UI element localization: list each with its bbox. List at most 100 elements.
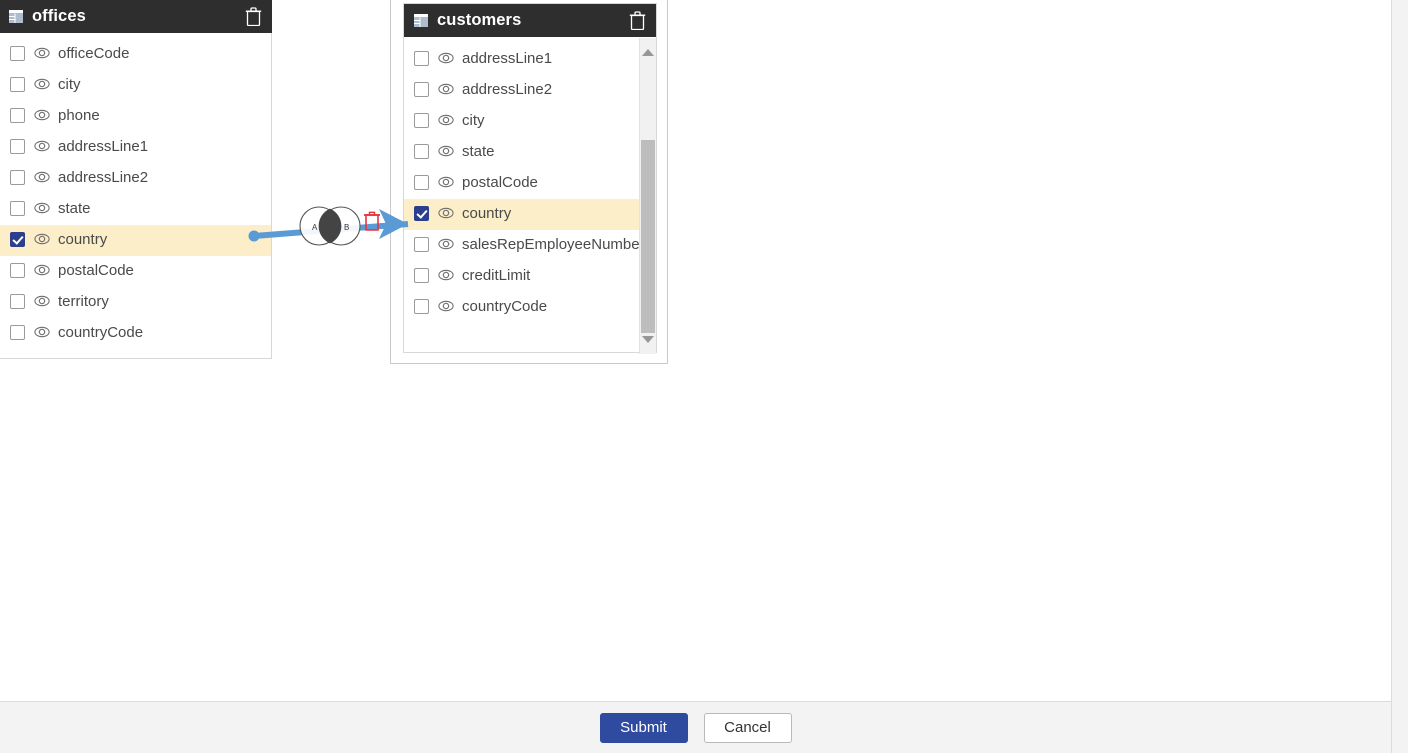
chevron-up-icon[interactable] — [640, 44, 656, 61]
eye-icon[interactable] — [25, 166, 58, 190]
eye-icon[interactable] — [25, 104, 58, 128]
submit-button[interactable]: Submit — [599, 712, 688, 743]
eye-icon[interactable] — [429, 295, 462, 319]
svg-text:A: A — [312, 223, 318, 232]
field-list-customers: phone addressLine1 addressLine2 city state po… — [404, 37, 656, 353]
field-name: phone — [462, 37, 504, 38]
field-checkbox[interactable] — [10, 325, 25, 340]
field-name: creditLimit — [462, 267, 531, 284]
table-panel-header-offices: offices — [0, 0, 272, 33]
eye-icon[interactable] — [25, 135, 58, 159]
field-row[interactable]: countryCode — [404, 292, 656, 323]
field-name: addressLine1 — [58, 138, 149, 155]
field-name: country — [462, 205, 512, 222]
trash-icon[interactable] — [629, 11, 646, 30]
table-grid-icon — [414, 14, 428, 27]
field-row[interactable]: salesRepEmployeeNumber — [404, 230, 656, 261]
field-name: state — [462, 143, 495, 160]
eye-icon[interactable] — [25, 228, 58, 252]
field-row[interactable]: state — [404, 137, 656, 168]
field-name: addressLine2 — [462, 81, 553, 98]
field-row[interactable]: addressLine2 — [404, 75, 656, 106]
eye-icon[interactable] — [25, 321, 58, 345]
eye-icon[interactable] — [429, 264, 462, 288]
table-title-customers: customers — [437, 11, 522, 29]
field-name: city — [58, 76, 81, 93]
field-row[interactable]: addressLine1 — [0, 132, 271, 163]
field-name: territory — [58, 293, 109, 310]
table-panel-offices: offices officeCode city phone addressLine1 a… — [0, 0, 272, 359]
field-name: countryCode — [462, 298, 548, 315]
trash-icon[interactable] — [245, 7, 262, 26]
eye-icon[interactable] — [429, 202, 462, 226]
field-list-offices: officeCode city phone addressLine1 addressLi… — [0, 33, 271, 357]
field-name: addressLine2 — [58, 169, 149, 186]
field-checkbox[interactable] — [10, 139, 25, 154]
field-row[interactable]: state — [0, 194, 271, 225]
field-row[interactable]: city — [404, 106, 656, 137]
table-panel-header-customers: customers — [404, 4, 656, 37]
eye-icon[interactable] — [429, 171, 462, 195]
eye-icon[interactable] — [429, 47, 462, 71]
field-checkbox[interactable] — [414, 51, 429, 66]
field-checkbox[interactable] — [414, 113, 429, 128]
field-checkbox[interactable] — [10, 294, 25, 309]
field-row[interactable]: addressLine1 — [404, 44, 656, 75]
eye-icon[interactable] — [429, 109, 462, 133]
eye-icon[interactable] — [429, 37, 462, 40]
field-name: countryCode — [58, 324, 144, 341]
eye-icon[interactable] — [429, 233, 462, 257]
field-name: city — [462, 112, 485, 129]
table-grid-icon — [9, 10, 23, 23]
field-row[interactable]: country — [404, 199, 656, 230]
eye-icon[interactable] — [25, 73, 58, 97]
field-checkbox[interactable] — [10, 170, 25, 185]
field-checkbox[interactable] — [414, 144, 429, 159]
field-checkbox[interactable] — [10, 232, 25, 247]
field-checkbox[interactable] — [414, 237, 429, 252]
field-row[interactable]: addressLine2 — [0, 163, 271, 194]
field-name: officeCode — [58, 45, 130, 62]
chevron-down-icon[interactable] — [640, 331, 656, 348]
field-name: postalCode — [58, 262, 134, 279]
join-line — [248, 221, 409, 242]
scrollbar-vertical-customers[interactable] — [639, 38, 656, 354]
venn-inner-join-icon: A B — [299, 206, 361, 246]
field-checkbox[interactable] — [414, 206, 429, 221]
field-name: phone — [58, 107, 100, 124]
field-checkbox[interactable] — [414, 299, 429, 314]
trash-icon — [364, 211, 380, 231]
eye-icon[interactable] — [25, 197, 58, 221]
footer-action-bar: Submit Cancel — [0, 701, 1391, 753]
field-row[interactable]: country — [0, 225, 271, 256]
field-checkbox[interactable] — [414, 268, 429, 283]
field-row[interactable]: territory — [0, 287, 271, 318]
field-checkbox[interactable] — [10, 263, 25, 278]
field-row[interactable]: creditLimit — [404, 261, 656, 292]
table-title-offices: offices — [32, 7, 86, 25]
eye-icon[interactable] — [25, 259, 58, 283]
field-row[interactable]: postalCode — [404, 168, 656, 199]
field-row[interactable]: postalCode — [0, 256, 271, 287]
eye-icon[interactable] — [25, 42, 58, 66]
field-row[interactable]: officeCode — [0, 39, 271, 70]
table-panel-customers: customers phone addressLine1 addressLine2 c… — [403, 3, 657, 354]
eye-icon[interactable] — [429, 78, 462, 102]
eye-icon[interactable] — [25, 290, 58, 314]
page-scrollbar[interactable] — [1391, 0, 1408, 753]
field-name: state — [58, 200, 91, 217]
field-checkbox[interactable] — [10, 77, 25, 92]
scrollbar-thumb[interactable] — [641, 140, 655, 333]
field-checkbox[interactable] — [10, 108, 25, 123]
field-row[interactable]: countryCode — [0, 318, 271, 349]
field-checkbox[interactable] — [414, 82, 429, 97]
field-checkbox[interactable] — [414, 175, 429, 190]
field-name: country — [58, 231, 108, 248]
field-checkbox[interactable] — [10, 46, 25, 61]
eye-icon[interactable] — [429, 140, 462, 164]
field-row[interactable]: city — [0, 70, 271, 101]
field-row[interactable]: phone — [404, 37, 656, 44]
cancel-button[interactable]: Cancel — [703, 712, 792, 743]
field-row[interactable]: phone — [0, 101, 271, 132]
field-checkbox[interactable] — [10, 201, 25, 216]
